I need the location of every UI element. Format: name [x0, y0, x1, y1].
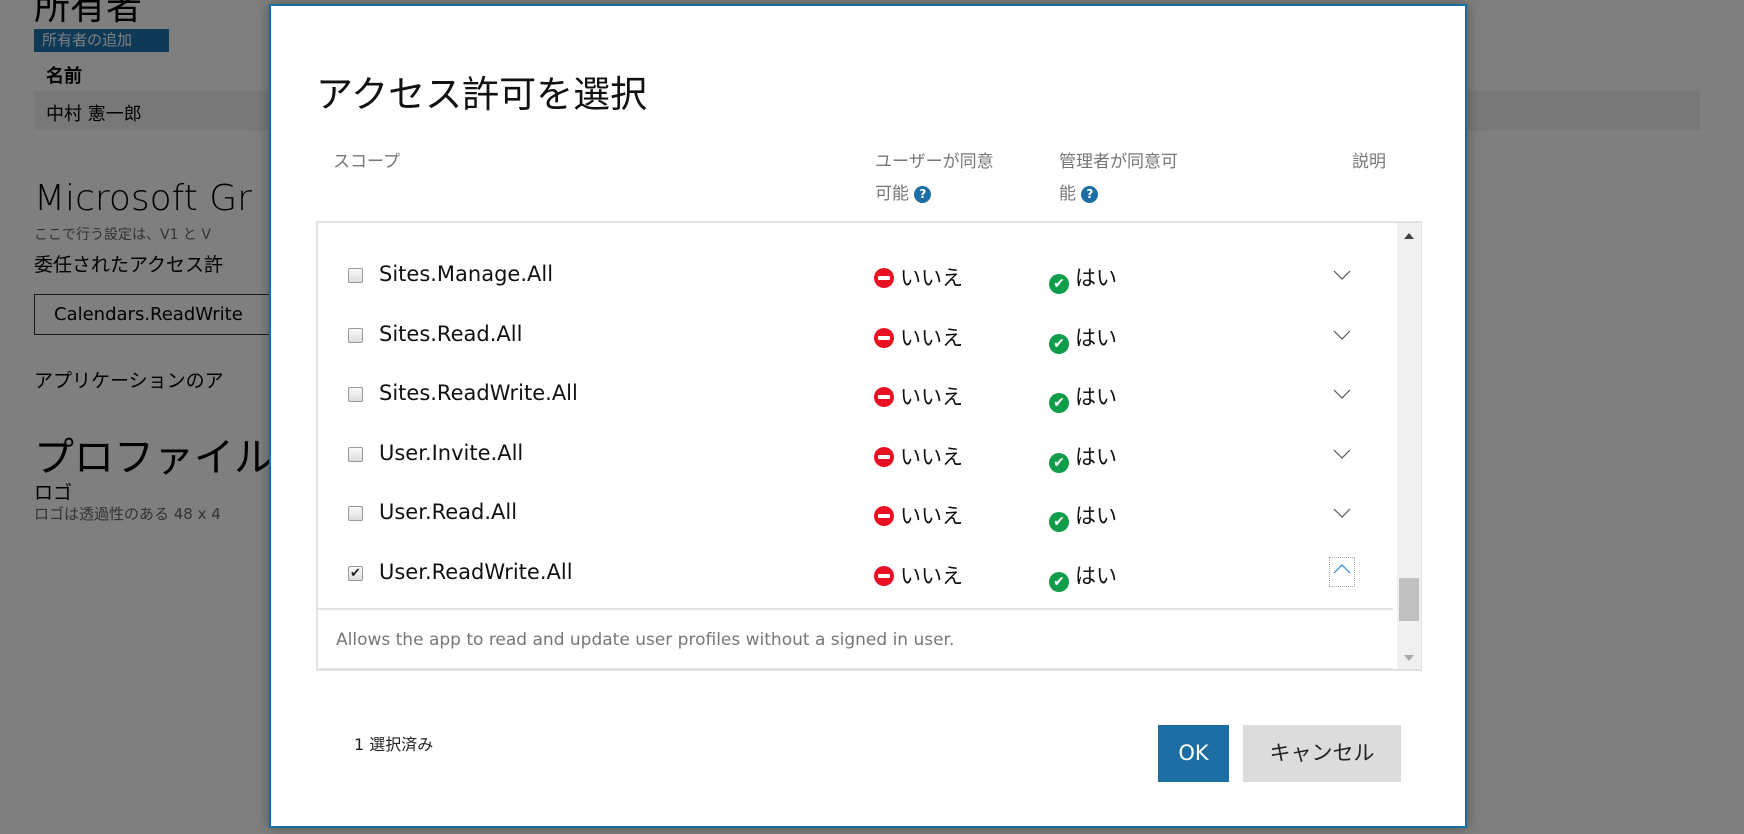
- admin-consent-value: ✔ はい: [1049, 441, 1117, 473]
- no-entry-icon: [874, 268, 894, 288]
- column-scope: スコープ: [333, 152, 400, 172]
- permission-row: Sites.Read.All いいえ ✔ はい: [318, 306, 1393, 365]
- column-admin-consent: 管理者が同意可 能 ?: [1059, 146, 1178, 210]
- user-consent-value: いいえ: [874, 381, 963, 411]
- selected-count: 1 選択済み: [354, 735, 434, 754]
- collapse-description-button[interactable]: [1329, 556, 1355, 587]
- check-circle-icon: ✔: [1049, 452, 1069, 473]
- scope-name: Sites.ReadWrite.All: [379, 381, 578, 405]
- admin-consent-value: ✔ はい: [1049, 322, 1117, 354]
- user-consent-text: いいえ: [900, 504, 963, 528]
- scope-checkbox[interactable]: ✔: [348, 565, 363, 581]
- permission-row: ✔ User.ReadWrite.All いいえ ✔ はい: [318, 544, 1393, 603]
- no-entry-icon: [874, 387, 894, 407]
- admin-consent-text: はい: [1075, 266, 1117, 290]
- expand-description-button[interactable]: [1329, 264, 1355, 288]
- admin-consent-text: はい: [1075, 504, 1117, 528]
- chevron-down-icon: [1333, 508, 1351, 518]
- scope-checkbox[interactable]: [348, 446, 363, 462]
- admin-consent-text: はい: [1075, 385, 1117, 409]
- user-consent-text: いいえ: [900, 444, 963, 469]
- admin-consent-value: ✔ はい: [1049, 560, 1117, 592]
- scope-name: User.Read.All: [379, 500, 518, 524]
- user-consent-text: いいえ: [900, 325, 963, 350]
- user-consent-value: いいえ: [874, 322, 963, 352]
- user-consent-value: いいえ: [874, 262, 963, 292]
- chevron-down-icon: [1333, 270, 1351, 280]
- cancel-button[interactable]: キャンセル: [1243, 725, 1401, 782]
- expand-description-button[interactable]: [1329, 324, 1355, 348]
- user-consent-value: いいえ: [874, 560, 963, 590]
- expand-description-button[interactable]: [1329, 443, 1355, 467]
- permission-row: Sites.Manage.All いいえ ✔ はい: [318, 246, 1393, 305]
- scope-checkbox[interactable]: [348, 327, 363, 343]
- scope-checkbox[interactable]: [348, 268, 363, 283]
- permission-row: User.Read.All いいえ ✔ はい: [318, 484, 1393, 543]
- scrollbar[interactable]: [1397, 223, 1421, 669]
- chevron-down-icon: [1333, 330, 1351, 340]
- column-admin-consent-line2: 能: [1059, 184, 1076, 204]
- expand-description-button[interactable]: [1329, 383, 1355, 407]
- permissions-list: Sites.Manage.All いいえ ✔ はい Sites.Read.All …: [316, 221, 1422, 671]
- scope-name: User.Invite.All: [379, 440, 524, 465]
- scope-name: Sites.Manage.All: [379, 262, 554, 286]
- check-circle-icon: ✔: [1049, 512, 1069, 532]
- no-entry-icon: [874, 565, 894, 586]
- scope-checkbox[interactable]: [348, 506, 363, 521]
- admin-consent-text: はい: [1075, 563, 1117, 588]
- scope-name: User.ReadWrite.All: [379, 559, 573, 584]
- permission-row: User.Invite.All いいえ ✔ はい: [318, 425, 1393, 484]
- column-admin-consent-line1: 管理者が同意可: [1059, 152, 1178, 172]
- admin-consent-text: はい: [1075, 325, 1117, 350]
- user-consent-text: いいえ: [900, 385, 963, 409]
- column-user-consent-line2: 可能: [875, 184, 909, 204]
- admin-consent-value: ✔ はい: [1049, 262, 1117, 294]
- column-user-consent-line1: ユーザーが同意: [875, 152, 994, 172]
- no-entry-icon: [874, 506, 894, 526]
- help-icon[interactable]: ?: [1081, 185, 1099, 203]
- scrollbar-thumb[interactable]: [1399, 578, 1419, 621]
- check-circle-icon: ✔: [1049, 571, 1069, 592]
- user-consent-value: いいえ: [874, 500, 963, 530]
- check-circle-icon: ✔: [1049, 333, 1069, 354]
- scroll-down-icon[interactable]: [1404, 655, 1414, 661]
- help-icon[interactable]: ?: [914, 185, 932, 203]
- chevron-down-icon: [1333, 389, 1351, 399]
- dialog-title: アクセス許可を選択: [316, 73, 648, 116]
- user-consent-text: いいえ: [900, 563, 963, 588]
- permission-row: Sites.ReadWrite.All いいえ ✔ はい: [318, 365, 1393, 424]
- chevron-up-icon: [1333, 563, 1351, 573]
- scroll-up-icon[interactable]: [1404, 233, 1414, 239]
- admin-consent-value: ✔ はい: [1049, 500, 1117, 532]
- scope-checkbox[interactable]: [348, 387, 363, 402]
- expand-description-button[interactable]: [1329, 502, 1355, 526]
- user-consent-text: いいえ: [900, 266, 963, 290]
- no-entry-icon: [874, 446, 894, 467]
- scope-name: Sites.Read.All: [379, 321, 523, 346]
- admin-consent-text: はい: [1075, 444, 1117, 469]
- check-circle-icon: ✔: [1049, 393, 1069, 413]
- expanded-description: Allows the app to read and update user p…: [318, 608, 1393, 669]
- check-circle-icon: ✔: [1049, 274, 1069, 294]
- chevron-down-icon: [1333, 449, 1351, 459]
- column-user-consent: ユーザーが同意 可能 ?: [875, 146, 994, 210]
- admin-consent-value: ✔ はい: [1049, 381, 1117, 413]
- select-permissions-dialog: アクセス許可を選択 スコープ ユーザーが同意 可能 ? 管理者が同意可 能 ? …: [269, 4, 1467, 828]
- no-entry-icon: [874, 327, 894, 348]
- ok-button[interactable]: OK: [1158, 725, 1229, 782]
- user-consent-value: いいえ: [874, 441, 963, 471]
- column-description: 説明: [1352, 152, 1386, 172]
